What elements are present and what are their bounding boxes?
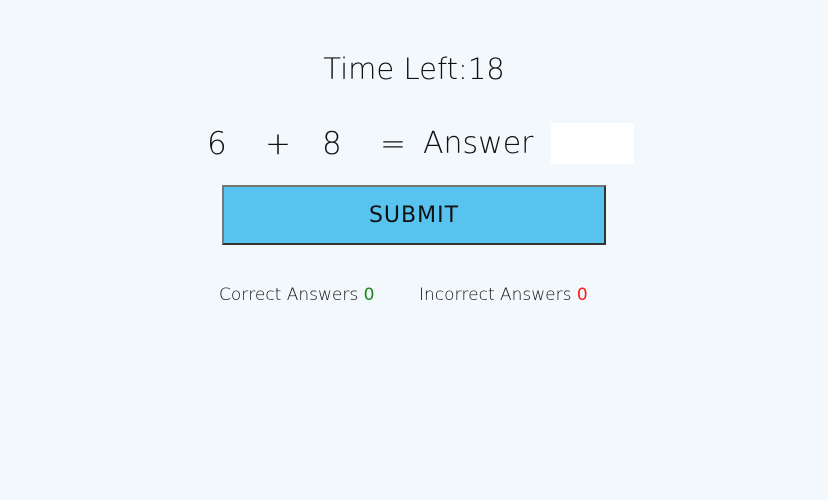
operator: + bbox=[265, 126, 291, 162]
correct-answers-label: Correct Answers bbox=[219, 285, 359, 305]
time-left-value: 18 bbox=[467, 52, 505, 86]
equals-sign: = bbox=[380, 126, 406, 162]
operand-1: 6 bbox=[207, 126, 227, 162]
submit-button[interactable]: SUBMIT bbox=[222, 185, 606, 245]
incorrect-answers-count: 0 bbox=[576, 285, 588, 305]
answer-input[interactable] bbox=[551, 123, 634, 164]
time-left-label: Time Left: bbox=[323, 52, 468, 86]
correct-answers-count: 0 bbox=[363, 285, 375, 305]
time-left-display: Time Left:18 bbox=[0, 52, 828, 86]
operand-2: 8 bbox=[322, 126, 342, 162]
incorrect-answers-label: Incorrect Answers bbox=[419, 285, 572, 305]
answer-label: Answer bbox=[423, 126, 534, 161]
correct-answers: Correct Answers 0 bbox=[219, 285, 374, 305]
incorrect-answers: Incorrect Answers 0 bbox=[419, 285, 588, 305]
